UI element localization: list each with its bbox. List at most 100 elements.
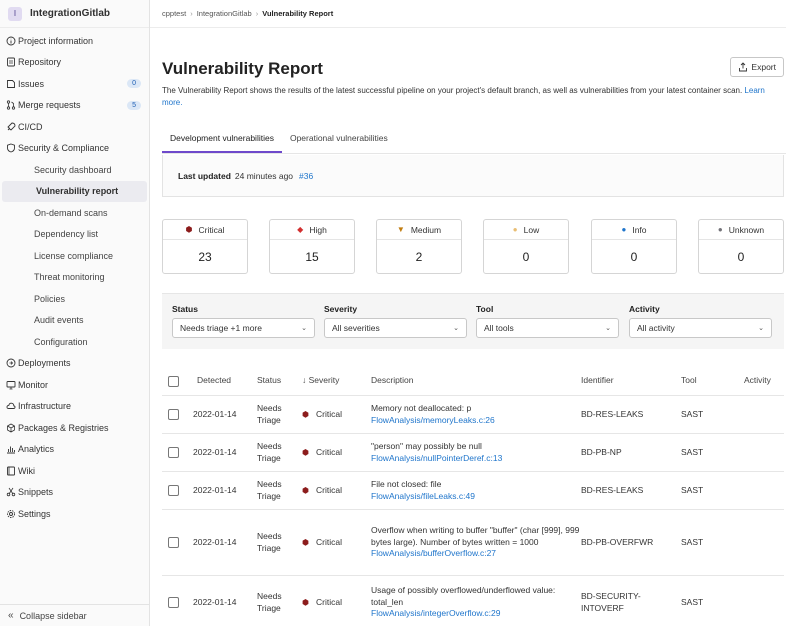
tab-development-vulnerabilities[interactable]: Development vulnerabilities — [162, 124, 282, 153]
sidebar-item-policies[interactable]: Policies — [0, 288, 149, 310]
sidebar-item-settings[interactable]: Settings — [0, 503, 149, 525]
vulnerability-title[interactable]: File not closed: file — [371, 479, 475, 491]
sidebar-item-infrastructure[interactable]: Infrastructure — [0, 396, 149, 418]
header-detected[interactable]: Detected — [193, 366, 248, 396]
vulnerability-title[interactable]: Usage of possibly overflowed/underflowed… — [371, 585, 581, 608]
file-location-link[interactable]: FlowAnalysis/bufferOverflow.c:27 — [371, 548, 581, 560]
sidebar-item-wiki[interactable]: Wiki — [0, 460, 149, 482]
header-activity[interactable]: Activity — [744, 366, 784, 396]
filter-value: All tools — [484, 323, 514, 333]
sidebar-item-deployments[interactable]: Deployments — [0, 353, 149, 375]
sidebar-item-dependency-list[interactable]: Dependency list — [0, 224, 149, 246]
sidebar-item-on-demand-scans[interactable]: On-demand scans — [0, 202, 149, 224]
sidebar-item-label: Monitor — [18, 379, 49, 390]
sidebar-item-label: Merge requests — [18, 100, 81, 111]
detected-date: 2022-01-14 — [193, 536, 237, 547]
identifier: BD-SECURITY-INTOVERF — [581, 591, 641, 613]
severity-critical-icon: ⬢ — [302, 485, 309, 495]
project-header[interactable]: I IntegrationGitlab — [0, 0, 149, 28]
severity-label: Critical — [315, 484, 342, 495]
last-updated-label: Last updated — [178, 170, 231, 181]
tool: SAST — [681, 536, 704, 547]
detected-date: 2022-01-14 — [193, 484, 237, 495]
sidebar-item-vulnerability-report[interactable]: Vulnerability report — [2, 180, 147, 202]
table-body: 2022-01-14 Needs Triage ⬢ Critical Memory no… — [162, 396, 784, 626]
breadcrumb-item-project[interactable]: IntegrationGitlab — [197, 9, 252, 18]
sidebar-item-monitor[interactable]: Monitor — [0, 374, 149, 396]
sidebar-item-license-compliance[interactable]: License compliance — [0, 245, 149, 267]
severity-card-count: 0 — [522, 250, 530, 264]
tool-filter-dropdown[interactable]: All tools ⌄ — [476, 318, 619, 338]
last-updated-bar: Last updated 24 minutes ago #36 — [162, 155, 784, 197]
row-checkbox[interactable] — [168, 597, 179, 608]
severity-critical-icon: ⬢ — [185, 225, 193, 234]
sidebar-item-packages-registries[interactable]: Packages & Registries — [0, 417, 149, 439]
tab-operational-vulnerabilities[interactable]: Operational vulnerabilities — [282, 124, 396, 153]
sidebar-item-audit-events[interactable]: Audit events — [0, 310, 149, 332]
document-icon — [6, 57, 16, 67]
header-identifier[interactable]: Identifier — [581, 366, 671, 396]
header-tool[interactable]: Tool — [681, 366, 721, 396]
export-icon — [739, 62, 748, 72]
row-checkbox[interactable] — [168, 537, 179, 548]
table-row[interactable]: 2022-01-14 Needs Triage ⬢ Critical Overflow … — [162, 510, 784, 576]
file-location-link[interactable]: FlowAnalysis/integerOverflow.c:29 — [371, 608, 581, 620]
severity-card-header: ● Info — [592, 220, 676, 240]
filter-label: Status — [172, 304, 198, 314]
file-location-link[interactable]: FlowAnalysis/memoryLeaks.c:26 — [371, 415, 495, 427]
chevron-down-icon: ⌄ — [758, 325, 764, 332]
activity-filter-dropdown[interactable]: All activity ⌄ — [629, 318, 772, 338]
pipeline-link[interactable]: #36 — [299, 171, 313, 181]
detected-date: 2022-01-14 — [193, 446, 237, 457]
export-button[interactable]: Export — [730, 57, 784, 77]
breadcrumb-item-group[interactable]: cpptest — [162, 9, 186, 18]
severity-filter-dropdown[interactable]: All severities ⌄ — [324, 318, 467, 338]
row-checkbox[interactable] — [168, 485, 179, 496]
table-row[interactable]: 2022-01-14 Needs Triage ⬢ Critical Memory no… — [162, 396, 784, 434]
select-all-checkbox[interactable] — [168, 375, 179, 387]
sidebar-item-threat-monitoring[interactable]: Threat monitoring — [0, 267, 149, 289]
sidebar-item-ci-cd[interactable]: CI/CD — [0, 116, 149, 138]
file-location-link[interactable]: FlowAnalysis/nullPointerDeref.c:13 — [371, 453, 502, 465]
header-severity[interactable]: ↓ Severity — [302, 366, 362, 396]
vulnerability-title[interactable]: Overflow when writing to buffer "buffer"… — [371, 525, 581, 548]
sidebar-item-analytics[interactable]: Analytics — [0, 439, 149, 461]
sidebar-item-configuration[interactable]: Configuration — [0, 331, 149, 353]
sidebar-item-snippets[interactable]: Snippets — [0, 482, 149, 504]
sidebar-item-project-information[interactable]: Project information — [0, 30, 149, 52]
severity-cell: ⬢ Critical — [302, 576, 362, 626]
breadcrumb-separator-icon: › — [190, 9, 193, 18]
sidebar-item-label: Policies — [34, 293, 66, 304]
export-label: Export — [751, 62, 776, 72]
table-row[interactable]: 2022-01-14 Needs Triage ⬢ Critical Usage of … — [162, 576, 784, 626]
chart-icon — [6, 444, 16, 454]
sidebar-item-label: Repository — [18, 57, 62, 68]
sidebar-item-repository[interactable]: Repository — [0, 52, 149, 74]
breadcrumb-item-current[interactable]: Vulnerability Report — [262, 9, 333, 18]
identifier: BD-PB-NP — [581, 446, 622, 457]
severity-card-header: ▼ Medium — [377, 220, 461, 240]
header-description[interactable]: Description — [371, 366, 581, 396]
status-filter-dropdown[interactable]: Needs triage +1 more ⌄ — [172, 318, 315, 338]
table-row[interactable]: 2022-01-14 Needs Triage ⬢ Critical "person" … — [162, 434, 784, 472]
sidebar-item-label: Audit events — [34, 315, 84, 326]
sidebar-item-issues[interactable]: Issues 0 — [0, 73, 149, 95]
sidebar-item-security-dashboard[interactable]: Security dashboard — [0, 159, 149, 181]
sidebar-item-merge-requests[interactable]: Merge requests 5 — [0, 95, 149, 117]
filter-severity: Severity All severities ⌄ — [324, 294, 467, 338]
vulnerability-title[interactable]: Memory not deallocated: p — [371, 403, 495, 415]
table-row[interactable]: 2022-01-14 Needs Triage ⬢ Critical File not … — [162, 472, 784, 510]
sidebar-item-label: Deployments — [18, 358, 71, 369]
sidebar-item-security-compliance[interactable]: Security & Compliance — [0, 138, 149, 160]
vulnerability-title[interactable]: "person" may possibly be null — [371, 441, 502, 453]
severity-low-icon: ● — [512, 225, 518, 234]
collapse-sidebar-button[interactable]: « Collapse sidebar — [0, 604, 150, 626]
sidebar-item-label: Issues — [18, 78, 45, 89]
file-location-link[interactable]: FlowAnalysis/fileLeaks.c:49 — [371, 491, 475, 503]
severity-card-count: 15 — [305, 250, 319, 264]
row-checkbox[interactable] — [168, 409, 179, 420]
severity-card-critical: ⬢ Critical 23 — [162, 219, 248, 274]
row-checkbox[interactable] — [168, 447, 179, 458]
severity-card-count: 0 — [737, 250, 745, 264]
header-status[interactable]: Status — [257, 366, 297, 396]
